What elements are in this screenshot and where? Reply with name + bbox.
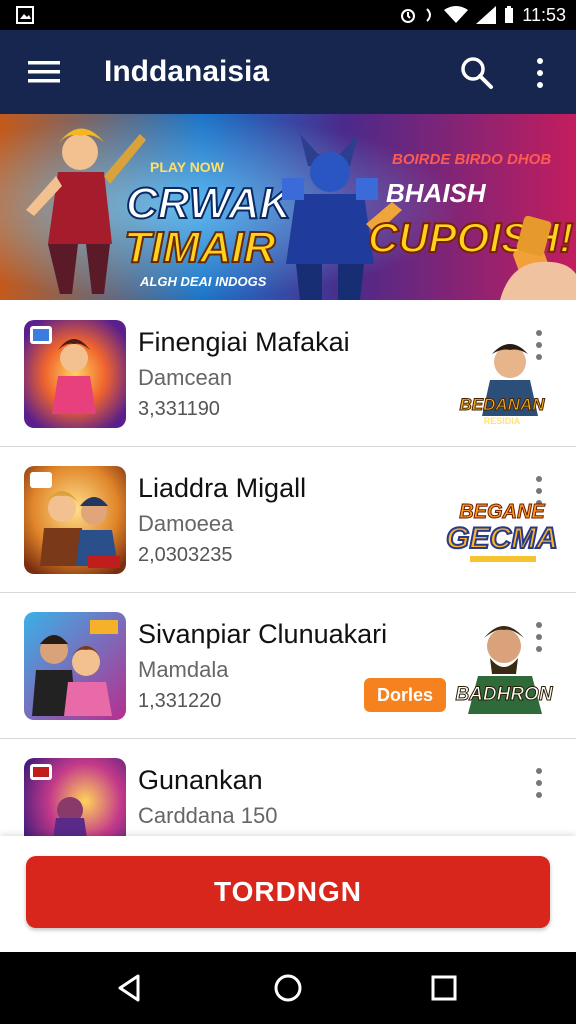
svg-text:BEGANE: BEGANE: [459, 501, 545, 523]
status-time: 11:53: [522, 4, 566, 25]
bottom-action-bar: TORDNGN: [0, 836, 576, 952]
game-side-art: BEDANAN RESIDIA: [459, 344, 546, 426]
recents-icon[interactable]: [428, 972, 460, 1004]
game-count: 2,0303235: [138, 544, 233, 566]
svg-text:CRWAK: CRWAK: [126, 179, 295, 228]
svg-text:TIMAIR: TIMAIR: [124, 223, 276, 272]
svg-text:PLAY NOW: PLAY NOW: [150, 159, 225, 175]
svg-text:BEDANAN: BEDANAN: [460, 395, 546, 414]
list-item[interactable]: Liaddra Migall Damoeea 2,0303235 BEGANE …: [0, 446, 576, 593]
game-count: 1,331220: [138, 690, 222, 712]
signal-icon: [476, 6, 497, 24]
banner-left-title: PLAY NOW CRWAK TIMAIR ALGH DEAI INDOGS: [123, 159, 296, 289]
app-bar: Inddanaisia: [0, 30, 576, 114]
game-subtitle: Mamdala: [138, 657, 229, 682]
game-subtitle: Carddana 150: [138, 803, 278, 828]
system-nav-bar: [0, 952, 576, 1024]
game-subtitle: Damcean: [138, 365, 233, 390]
tag-chip[interactable]: Dorles: [364, 678, 446, 712]
game-side-logo: BEGANE GECMA: [446, 501, 558, 562]
alarm-icon: [401, 9, 416, 23]
game-count: 3,331190: [138, 398, 220, 420]
banner-art: PLAY NOW CRWAK TIMAIR ALGH DEAI INDOGS B…: [0, 114, 576, 300]
app-title: Inddanaisia: [104, 55, 270, 88]
promo-banner[interactable]: PLAY NOW CRWAK TIMAIR ALGH DEAI INDOGS B…: [0, 114, 576, 300]
item-more-icon[interactable]: [530, 766, 548, 800]
game-subtitle: Damoeea: [138, 511, 234, 536]
more-vert-icon[interactable]: [528, 56, 552, 90]
svg-text:BHAISH: BHAISH: [386, 178, 487, 208]
search-icon[interactable]: [460, 56, 494, 90]
game-title: Liaddra Migall: [138, 473, 307, 503]
battery-icon: [505, 6, 514, 23]
game-title: Sivanpiar Clunuakari: [138, 619, 388, 649]
svg-text:ALGH DEAI INDOGS: ALGH DEAI INDOGS: [139, 274, 267, 289]
game-title: Gunankan: [138, 765, 263, 795]
back-icon[interactable]: [114, 972, 146, 1004]
svg-text:BOIRDE BIRDO DHOB: BOIRDE BIRDO DHOB: [392, 151, 551, 168]
game-thumbnail: [24, 320, 126, 428]
list-item[interactable]: Gunankan Carddana 150: [0, 738, 576, 836]
svg-text:BADHRON: BADHRON: [455, 684, 553, 705]
game-thumbnail: [24, 466, 126, 574]
vibrate-icon: [426, 8, 432, 22]
status-bar: 11:53: [0, 0, 576, 30]
svg-text:GECMA: GECMA: [446, 522, 558, 555]
list-item[interactable]: Finengiai Mafakai Damcean 3,331190 BEDAN…: [0, 300, 576, 447]
game-list: Finengiai Mafakai Damcean 3,331190 BEDAN…: [0, 300, 576, 836]
game-thumbnail: [24, 612, 126, 720]
wifi-icon: [444, 6, 469, 23]
game-thumbnail: [24, 758, 126, 836]
game-title: Finengiai Mafakai: [138, 327, 350, 357]
gallery-notification-icon: [16, 6, 34, 24]
home-icon[interactable]: [272, 972, 304, 1004]
primary-cta-button[interactable]: TORDNGN: [26, 856, 550, 928]
game-side-art: BADHRON: [455, 626, 554, 714]
svg-text:RESIDIA: RESIDIA: [484, 416, 521, 426]
list-item[interactable]: Sivanpiar Clunuakari Mamdala 1,331220 Do…: [0, 592, 576, 739]
menu-icon[interactable]: [28, 60, 62, 84]
status-right: 11:53: [400, 0, 566, 30]
